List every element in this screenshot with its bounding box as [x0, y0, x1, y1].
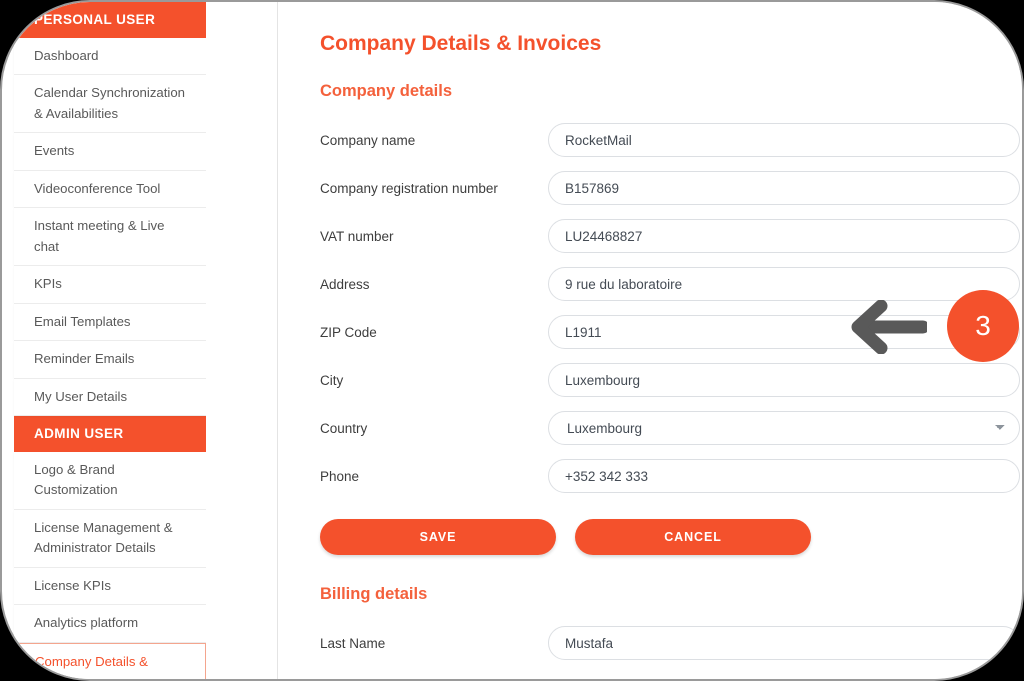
billing-details-form: Last Name — [320, 626, 1022, 660]
company-details-section-title: Company details — [320, 82, 453, 100]
sidebar-item-logo-brand-customization-label: Logo & Brand Customization — [34, 461, 118, 498]
sidebar-item-events-label: Events — [34, 143, 75, 159]
sidebar-item-events[interactable]: Events — [14, 133, 206, 171]
billing-details-section-title: Billing details — [320, 585, 428, 603]
form-row-city: City — [320, 363, 1022, 397]
company-details-form: Company name Company registration number V… — [320, 123, 1022, 493]
application-window: PERSONAL USER Dashboard Calendar Synchroni… — [0, 0, 1024, 681]
main-content: Company Details & Invoices Company detai… — [278, 2, 1022, 679]
sidebar-section-admin-user-label: ADMIN USER — [34, 425, 124, 441]
vat-number-label: VAT number — [320, 228, 394, 244]
sidebar-item-calendar-synchronization[interactable]: Calendar Synchronization & Availabilitie… — [14, 75, 206, 134]
sidebar-item-my-user-details-label: My User Details — [34, 388, 128, 404]
sidebar-item-license-kpis-label: License KPIs — [34, 577, 111, 593]
phone-input[interactable] — [548, 459, 1020, 493]
form-row-address: Address — [320, 267, 1022, 301]
company-registration-number-label: Company registration number — [320, 180, 498, 196]
sidebar-item-videoconference-tool[interactable]: Videoconference Tool — [14, 170, 206, 209]
save-button[interactable]: SAVE — [320, 519, 556, 555]
form-row-zip-code: ZIP Code — [320, 315, 1022, 349]
company-name-input[interactable] — [548, 123, 1020, 157]
form-row-company-name: Company name — [320, 123, 1022, 157]
sidebar-item-license-management[interactable]: License Management & Administrator Detai… — [14, 509, 206, 568]
company-name-label: Company name — [320, 132, 416, 148]
sidebar-section-personal-user: PERSONAL USER — [14, 2, 206, 38]
cancel-button[interactable]: CANCEL — [575, 519, 811, 555]
last-name-label: Last Name — [320, 635, 386, 651]
country-input[interactable]: Luxembourg — [548, 411, 1020, 445]
form-row-phone: Phone — [320, 459, 1022, 493]
sidebar-navigation: PERSONAL USER Dashboard Calendar Synchroni… — [14, 2, 206, 679]
sidebar-item-dashboard[interactable]: Dashboard — [14, 38, 206, 76]
sidebar-item-reminder-emails[interactable]: Reminder Emails — [14, 341, 206, 379]
sidebar-item-license-management-label: License Management & Administrator Detai… — [34, 519, 173, 556]
city-label: City — [320, 372, 344, 388]
sidebar-gutter — [206, 2, 278, 679]
phone-label: Phone — [320, 468, 360, 484]
page-title: Company Details & Invoices — [320, 32, 602, 55]
sidebar-item-kpis[interactable]: KPIs — [14, 266, 206, 304]
sidebar-item-email-templates-label: Email Templates — [34, 313, 131, 329]
sidebar-item-instant-meeting[interactable]: Instant meeting & Live chat — [14, 208, 206, 267]
sidebar-item-email-templates[interactable]: Email Templates — [14, 303, 206, 342]
country-label: Country — [320, 420, 368, 436]
form-row-country: Country Luxembourg — [320, 411, 1022, 445]
sidebar-item-my-user-details[interactable]: My User Details — [14, 378, 206, 416]
step-number-label: 3 — [975, 310, 991, 341]
sidebar-item-videoconference-tool-label: Videoconference Tool — [34, 180, 161, 196]
sidebar-item-analytics-platform[interactable]: Analytics platform — [14, 605, 206, 643]
city-input[interactable] — [548, 363, 1020, 397]
zip-code-label: ZIP Code — [320, 324, 377, 340]
form-row-company-registration-number: Company registration number — [320, 171, 1022, 205]
sidebar-item-calendar-synchronization-label: Calendar Synchronization & Availabilitie… — [34, 85, 186, 121]
sidebar-item-logo-brand-customization[interactable]: Logo & Brand Customization — [14, 451, 206, 510]
sidebar-section-personal-user-label: PERSONAL USER — [34, 12, 156, 27]
sidebar-item-dashboard-label: Dashboard — [34, 48, 99, 63]
company-registration-number-input[interactable] — [548, 171, 1020, 205]
address-label: Address — [320, 276, 370, 292]
vat-number-input[interactable] — [548, 219, 1020, 253]
sidebar-item-license-kpis[interactable]: License KPIs — [14, 567, 206, 606]
address-input[interactable] — [548, 267, 1020, 301]
sidebar-item-company-details-invoices[interactable]: Company Details & Invoices — [14, 642, 206, 679]
form-actions: SAVE CANCEL — [320, 519, 1022, 555]
sidebar-item-reminder-emails-label: Reminder Emails — [34, 351, 135, 367]
form-row-last-name: Last Name — [320, 626, 1022, 660]
sidebar-item-kpis-label: KPIs — [34, 276, 62, 292]
sidebar-section-admin-user: ADMIN USER — [14, 415, 206, 452]
form-row-vat-number: VAT number — [320, 219, 1022, 253]
sidebar-item-analytics-platform-label: Analytics platform — [34, 615, 139, 631]
sidebar-item-instant-meeting-label: Instant meeting & Live chat — [34, 218, 165, 254]
step-number-badge: 3 — [947, 290, 1019, 362]
last-name-input[interactable] — [548, 626, 1020, 660]
sidebar-item-company-details-invoices-label: Company Details & Invoices — [35, 653, 148, 679]
